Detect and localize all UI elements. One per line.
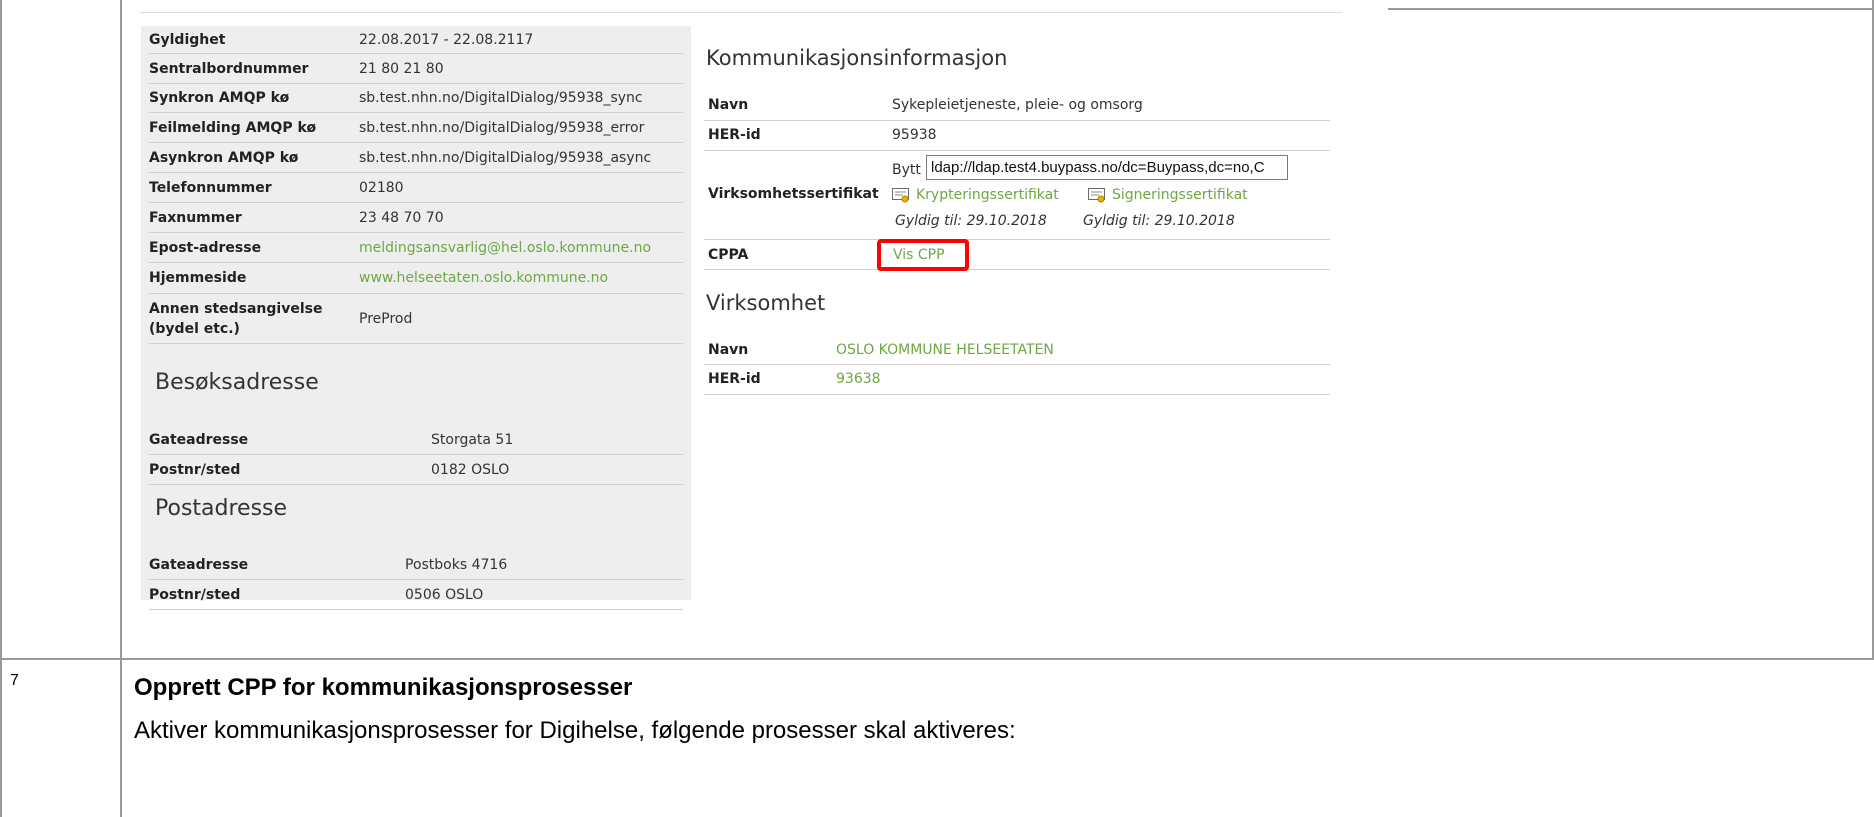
info-key: Faxnummer (149, 209, 242, 226)
info-value: 0182 OSLO (431, 461, 510, 478)
info-key: Virksomhetssertifikat (708, 186, 879, 202)
info-key: Gateadresse (149, 432, 249, 448)
step-title: Opprett CPP for kommunikasjonsprosesser (134, 674, 633, 701)
info-row-sentralbordnummer: Sentralbordnummer 21 80 21 80 (149, 54, 683, 84)
kryptering-gyldig-til: Gyldig til: 29.10.2018 (895, 213, 1047, 229)
info-key: Gateadresse (149, 557, 249, 573)
address-row: Postnr/sted 0506 OSLO (149, 580, 683, 610)
address-row: Gateadresse Postboks 4716 (149, 551, 683, 580)
info-key: Postnr/sted (149, 461, 241, 478)
info-key: Gyldighet (149, 31, 226, 48)
virksomhet-heading: Virksomhet (706, 291, 826, 315)
info-key: CPPA (708, 247, 749, 263)
cert-link-label[interactable]: Signeringssertifikat (1112, 187, 1248, 203)
info-value: 21 80 21 80 (359, 60, 444, 77)
info-value: 95938 (892, 127, 937, 143)
info-value: 23 48 70 70 (359, 209, 444, 226)
certificate-icon (892, 187, 910, 203)
virksomhet-row-navn: Navn OSLO KOMMUNE HELSEETATEN (704, 338, 1330, 365)
info-value: 0506 OSLO (405, 586, 484, 603)
postadresse-heading: Postadresse (155, 496, 288, 521)
info-row-annen-stedsangivelse: Annen stedsangivelse (bydel etc.) PrePro… (149, 294, 683, 344)
info-value: sb.test.nhn.no/DigitalDialog/95938_sync (359, 90, 643, 106)
info-value: sb.test.nhn.no/DigitalDialog/95938_async (359, 149, 652, 166)
info-key: Navn (708, 97, 749, 113)
step-number: 7 (10, 672, 19, 689)
komm-row-navn: Navn Sykepleietjeneste, pleie- og omsorg (704, 92, 1330, 121)
screenshot-top-edge (140, 12, 1342, 13)
cert-link-label[interactable]: Krypteringssertifikat (916, 187, 1059, 203)
info-value: Sykepleietjeneste, pleie- og omsorg (892, 97, 1143, 113)
certificate-icon (1088, 187, 1106, 203)
info-value: 02180 (359, 179, 404, 196)
bytt-label: Bytt (892, 162, 921, 178)
info-row-hjemmeside: Hjemmeside www.helseetaten.oslo.kommune.… (149, 263, 683, 294)
info-row-asynkron-amqp: Asynkron AMQP kø sb.test.nhn.no/DigitalD… (149, 143, 683, 173)
info-key: Navn (708, 342, 749, 358)
komm-row-cppa: CPPA (704, 240, 1330, 270)
homepage-link[interactable]: www.helseetaten.oslo.kommune.no (359, 270, 608, 286)
info-value: sb.test.nhn.no/DigitalDialog/95938_error (359, 119, 645, 136)
info-key: Feilmelding AMQP kø (149, 119, 317, 136)
info-value: Storgata 51 (431, 432, 514, 448)
table-border-left (0, 0, 2, 817)
info-key: HER-id (708, 127, 761, 143)
info-key: Epost-adresse (149, 239, 262, 256)
besoksadresse-heading: Besøksadresse (155, 370, 319, 395)
email-link[interactable]: meldingsansvarlig@hel.oslo.kommune.no (359, 240, 651, 256)
table-row-divider (0, 658, 1874, 660)
krypteringssertifikat-link[interactable]: Krypteringssertifikat (892, 187, 1059, 203)
table-column-divider (120, 0, 122, 817)
vis-cpp-link[interactable]: Vis CPP (877, 239, 969, 271)
info-value: Postboks 4716 (405, 557, 508, 573)
info-row-gyldighet: Gyldighet 22.08.2017 - 22.08.2117 (149, 26, 683, 54)
info-key: Asynkron AMQP kø (149, 149, 299, 166)
table-border-top (1388, 8, 1874, 10)
ldap-url-input[interactable] (926, 155, 1288, 180)
info-row-synkron-amqp: Synkron AMQP kø sb.test.nhn.no/DigitalDi… (149, 84, 683, 113)
organization-info-panel: Gyldighet 22.08.2017 - 22.08.2117 Sentra… (141, 26, 691, 610)
komm-row-herid: HER-id 95938 (704, 121, 1330, 151)
info-key: Annen stedsangivelse (bydel etc.) (149, 299, 322, 339)
info-key: Hjemmeside (149, 270, 247, 286)
info-key-line: Annen stedsangivelse (149, 301, 323, 317)
info-key: Postnr/sted (149, 586, 241, 603)
address-row: Postnr/sted 0182 OSLO (149, 455, 683, 485)
info-key: Telefonnummer (149, 179, 272, 196)
signering-gyldig-til: Gyldig til: 29.10.2018 (1083, 213, 1235, 229)
info-value: 22.08.2017 - 22.08.2117 (359, 31, 534, 48)
info-key: Sentralbordnummer (149, 60, 309, 77)
info-row-epost: Epost-adresse meldingsansvarlig@hel.oslo… (149, 233, 683, 263)
info-value: PreProd (359, 310, 413, 327)
step-description: Aktiver kommunikasjonsprosesser for Digi… (134, 717, 1016, 744)
info-row-feilmelding-amqp: Feilmelding AMQP kø sb.test.nhn.no/Digit… (149, 113, 683, 143)
virksomhet-herid-link[interactable]: 93638 (836, 371, 881, 387)
info-row-telefonnummer: Telefonnummer 02180 (149, 173, 683, 203)
info-key: Synkron AMQP kø (149, 90, 290, 106)
address-row: Gateadresse Storgata 51 (149, 426, 683, 455)
info-key: HER-id (708, 371, 761, 387)
virksomhet-name-link[interactable]: OSLO KOMMUNE HELSEETATEN (836, 342, 1054, 358)
signeringssertifikat-link[interactable]: Signeringssertifikat (1088, 187, 1248, 203)
info-row-faxnummer: Faxnummer 23 48 70 70 (149, 203, 683, 233)
virksomhet-row-herid: HER-id 93638 (704, 365, 1330, 395)
info-key-line: (bydel etc.) (149, 321, 240, 337)
kommunikasjon-heading: Kommunikasjonsinformasjon (706, 46, 1008, 70)
